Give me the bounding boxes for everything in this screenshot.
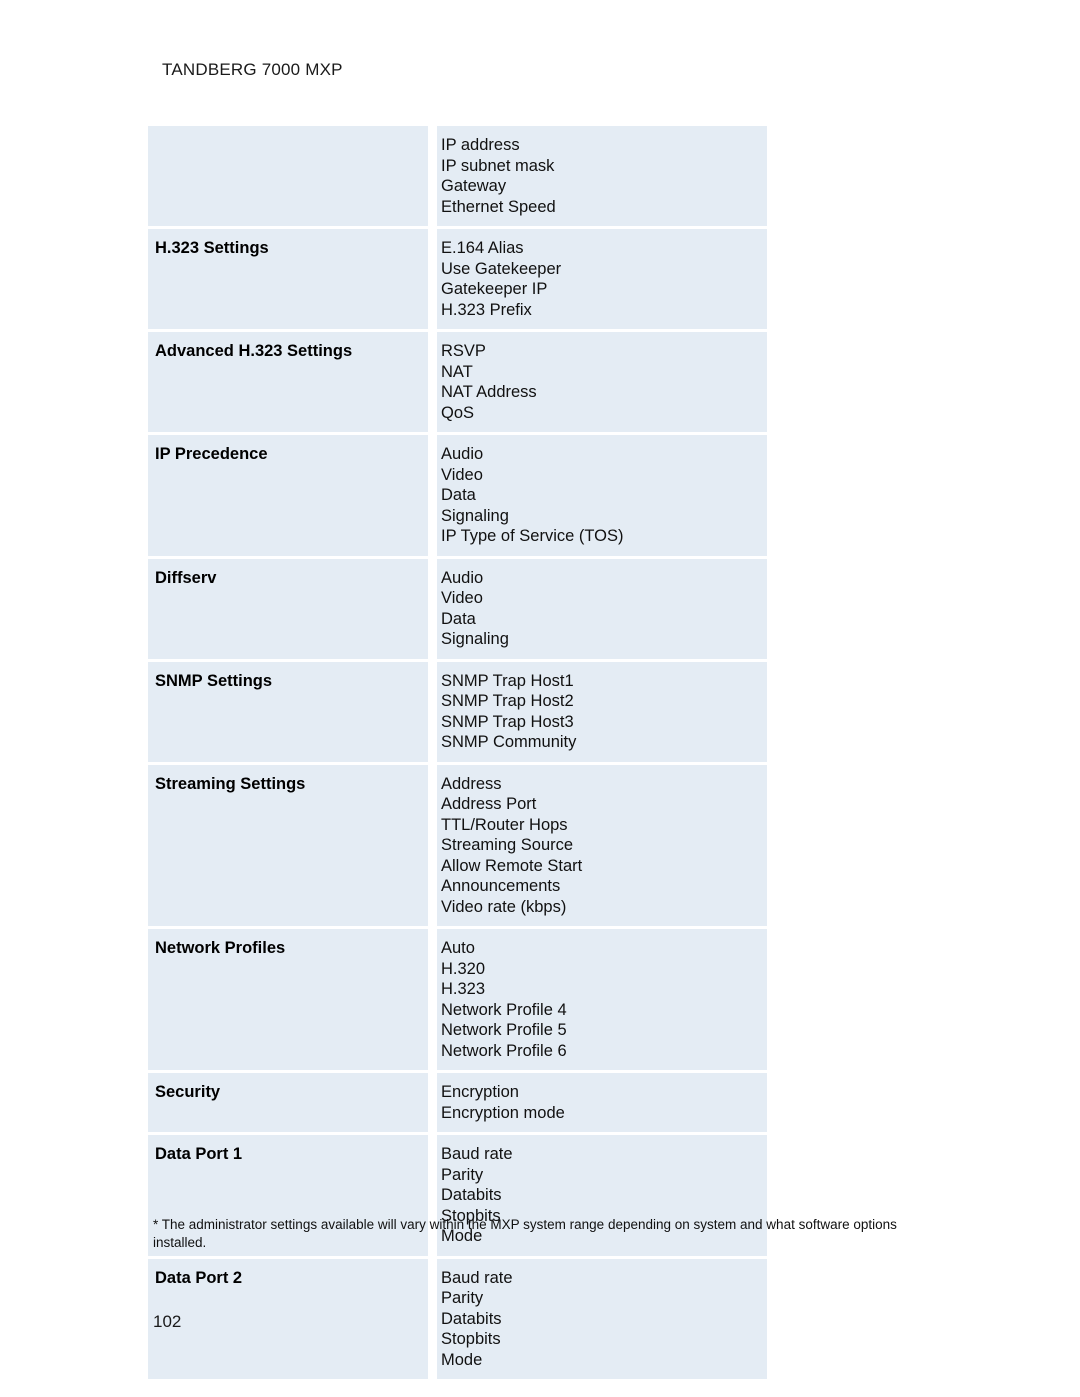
setting-item: Video rate (kbps) bbox=[441, 897, 567, 916]
table-footnote: * The administrator settings available w… bbox=[153, 1217, 897, 1250]
setting-item: Encryption bbox=[441, 1083, 519, 1101]
setting-item: H.323 bbox=[441, 980, 486, 998]
setting-item: Address bbox=[441, 774, 502, 793]
setting-item: SNMP Community bbox=[441, 733, 577, 751]
setting-item: Network Profile 4 bbox=[441, 1000, 567, 1019]
setting-category-label: H.323 Settings bbox=[148, 229, 428, 329]
setting-item: Stopbits bbox=[441, 1330, 501, 1348]
setting-item: Address Port bbox=[441, 795, 537, 813]
setting-item: Parity bbox=[441, 1165, 484, 1184]
setting-category-label: Network Profiles bbox=[148, 929, 428, 1070]
setting-item: Baud rate bbox=[441, 1145, 513, 1163]
setting-item: Parity bbox=[441, 1289, 484, 1307]
table-row: SNMP Settings SNMP Trap Host1 SNMP Trap Ho… bbox=[148, 661, 767, 762]
setting-item: SNMP Trap Host1 bbox=[441, 671, 574, 690]
setting-item: Audio bbox=[441, 445, 484, 463]
setting-items-list: Auto H.320 H.323 Network Profile 4 Network P… bbox=[437, 929, 767, 1070]
table-row: IP Precedence Audio Video Data Signaling IP T… bbox=[148, 435, 767, 556]
setting-item: QoS bbox=[441, 403, 475, 422]
setting-category-label: SNMP Settings bbox=[148, 661, 428, 762]
setting-category-label: Security bbox=[148, 1073, 428, 1132]
setting-item: Allow Remote Start bbox=[441, 856, 583, 875]
setting-item: H.323 Prefix bbox=[441, 300, 532, 319]
administrator-settings-table: IP address IP subnet mask Gateway Ethernet … bbox=[148, 126, 767, 1379]
setting-item: Streaming Source bbox=[441, 836, 574, 854]
table-row: Data Port 2 Baud rate Parity Databits Stopbi… bbox=[148, 1258, 767, 1379]
setting-item: Databits bbox=[441, 1186, 502, 1204]
setting-item: Gatekeeper IP bbox=[441, 280, 548, 298]
page-number: 102 bbox=[153, 1312, 182, 1331]
setting-item: IP subnet mask bbox=[441, 156, 555, 175]
setting-category-label: Streaming Settings bbox=[148, 764, 428, 926]
setting-category-label: IP Precedence bbox=[148, 435, 428, 556]
setting-item: Audio bbox=[441, 568, 484, 587]
setting-items-list: Address Address Port TTL/Router Hops Stream… bbox=[437, 764, 767, 926]
setting-items-list: Audio Video Data Signaling IP Type of Servic… bbox=[437, 435, 767, 556]
setting-items-list: SNMP Trap Host1 SNMP Trap Host2 SNMP Trap … bbox=[437, 661, 767, 762]
table-row: H.323 Settings E.164 Alias Use Gatekeeper G… bbox=[148, 229, 767, 329]
setting-item: IP Type of Service (TOS) bbox=[441, 527, 624, 545]
setting-item: Video bbox=[441, 465, 483, 484]
setting-item: Baud rate bbox=[441, 1268, 513, 1287]
setting-item: Network Profile 5 bbox=[441, 1021, 567, 1039]
setting-items-list: E.164 Alias Use Gatekeeper Gatekeeper IP H.… bbox=[437, 229, 767, 329]
setting-item: Data bbox=[441, 486, 476, 504]
setting-items-list: RSVP NAT NAT Address QoS bbox=[437, 332, 767, 432]
setting-item: Mode bbox=[441, 1350, 483, 1369]
setting-item: Auto bbox=[441, 939, 475, 957]
setting-item: Databits bbox=[441, 1309, 502, 1328]
setting-item: E.164 Alias bbox=[441, 239, 524, 257]
setting-item: NAT bbox=[441, 362, 473, 381]
setting-item: Use Gatekeeper bbox=[441, 259, 562, 278]
setting-items-list: IP address IP subnet mask Gateway Ethernet … bbox=[437, 126, 767, 226]
setting-item: NAT Address bbox=[441, 383, 537, 401]
table-row: Streaming Settings Address Address Port TTL… bbox=[148, 764, 767, 926]
table-row: Diffserv Audio Video Data Signaling bbox=[148, 558, 767, 659]
table-row: Advanced H.323 Settings RSVP NAT NAT Addres… bbox=[148, 332, 767, 432]
setting-category-label: Diffserv bbox=[148, 558, 428, 659]
setting-item: Announcements bbox=[441, 877, 561, 895]
running-head: TANDBERG 7000 MXP bbox=[162, 60, 343, 79]
setting-category-label bbox=[148, 126, 428, 226]
setting-item: Network Profile 6 bbox=[441, 1041, 567, 1060]
setting-item: TTL/Router Hops bbox=[441, 815, 568, 834]
setting-item: Video bbox=[441, 589, 483, 607]
setting-category-label: Data Port 2 bbox=[148, 1258, 428, 1379]
setting-item: Encryption mode bbox=[441, 1103, 565, 1122]
setting-item: Ethernet Speed bbox=[441, 197, 556, 216]
setting-item: SNMP Trap Host3 bbox=[441, 712, 574, 731]
setting-items-list: Encryption Encryption mode bbox=[437, 1073, 767, 1132]
table-row: IP address IP subnet mask Gateway Ethernet … bbox=[148, 126, 767, 226]
setting-item: SNMP Trap Host2 bbox=[441, 692, 574, 710]
table-row: Security Encryption Encryption mode bbox=[148, 1073, 767, 1132]
document-page: TANDBERG 7000 MXP IP address IP subnet ma… bbox=[0, 0, 1080, 1397]
setting-item: Gateway bbox=[441, 177, 507, 195]
setting-item: RSVP bbox=[441, 342, 486, 360]
setting-item: Data bbox=[441, 609, 476, 628]
setting-item: Signaling bbox=[441, 630, 509, 648]
table-row: Network Profiles Auto H.320 H.323 Network Pr… bbox=[148, 929, 767, 1070]
setting-item: IP address bbox=[441, 136, 520, 154]
setting-items-list: Baud rate Parity Databits Stopbits Mode bbox=[437, 1258, 767, 1379]
setting-item: Signaling bbox=[441, 506, 509, 525]
setting-category-label: Advanced H.323 Settings bbox=[148, 332, 428, 432]
setting-items-list: Audio Video Data Signaling bbox=[437, 558, 767, 659]
setting-item: H.320 bbox=[441, 959, 486, 978]
